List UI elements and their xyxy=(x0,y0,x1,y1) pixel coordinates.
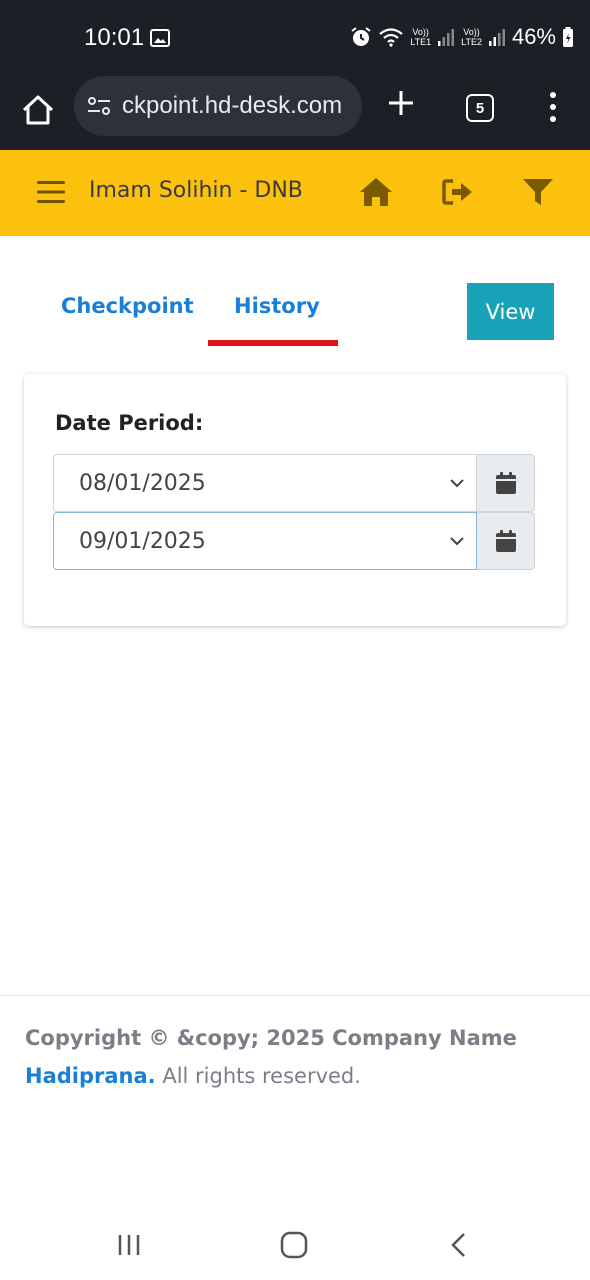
home-button[interactable] xyxy=(356,172,396,212)
sim2-label: Vo)) LTE2 xyxy=(461,27,482,47)
start-date-select[interactable]: 08/01/2025 xyxy=(53,454,477,512)
image-icon xyxy=(150,29,170,47)
date-period-label: Date Period: xyxy=(55,411,204,435)
end-date-row: 09/01/2025 xyxy=(53,512,535,570)
battery-percent: 46% xyxy=(511,24,556,49)
user-title: Imam Solihin - DNB xyxy=(89,178,303,203)
footer-company-line: Hadiprana. All rights reserved. xyxy=(25,1064,361,1088)
new-tab-icon[interactable] xyxy=(386,88,416,118)
hamburger-menu-icon[interactable] xyxy=(36,178,66,206)
address-bar[interactable]: ckpoint.hd-desk.com xyxy=(74,76,362,136)
sign-out-icon xyxy=(442,179,472,205)
start-date-row: 08/01/2025 xyxy=(53,454,535,512)
rights-text: All rights reserved. xyxy=(162,1064,361,1088)
recent-apps-icon[interactable] xyxy=(112,1230,146,1260)
calendar-icon xyxy=(495,472,516,494)
app-header: Imam Solihin - DNB xyxy=(0,150,590,236)
end-date-select[interactable]: 09/01/2025 xyxy=(53,512,477,570)
end-date-calendar-button[interactable] xyxy=(477,512,535,570)
tab-history[interactable]: History xyxy=(234,294,320,318)
start-date-calendar-button[interactable] xyxy=(477,454,535,512)
active-tab-indicator xyxy=(208,340,338,346)
status-bar: 10:01 Vo)) LTE1 Vo)) LTE2 46% xyxy=(0,0,590,76)
logout-button[interactable] xyxy=(438,172,478,212)
filter-icon xyxy=(523,179,553,205)
footer-copyright: Copyright © &copy; 2025 Company Name xyxy=(25,1026,517,1050)
browser-toolbar: ckpoint.hd-desk.com 5 xyxy=(0,76,590,150)
system-navigation-bar xyxy=(0,1210,590,1280)
calendar-icon xyxy=(495,530,516,552)
start-date-value: 08/01/2025 xyxy=(79,470,206,496)
site-settings-icon[interactable] xyxy=(86,95,112,117)
tab-switcher-button[interactable]: 5 xyxy=(466,94,494,122)
home-nav-icon[interactable] xyxy=(277,1230,311,1260)
wifi-icon xyxy=(379,28,403,47)
signal-icon xyxy=(488,29,505,46)
view-button[interactable]: View xyxy=(467,283,554,340)
url-text: ckpoint.hd-desk.com xyxy=(122,92,343,119)
more-options-icon[interactable] xyxy=(542,90,564,124)
chevron-down-icon xyxy=(450,479,464,488)
filter-button[interactable] xyxy=(518,172,558,212)
signal-icon xyxy=(438,29,455,46)
tab-checkpoint[interactable]: Checkpoint xyxy=(61,294,194,318)
alarm-icon xyxy=(351,27,371,46)
status-icons: Vo)) LTE1 Vo)) LTE2 46% xyxy=(350,24,574,50)
back-icon[interactable] xyxy=(442,1230,476,1260)
end-date-value: 09/01/2025 xyxy=(79,528,206,554)
company-link[interactable]: Hadiprana. xyxy=(25,1064,156,1088)
home-icon[interactable] xyxy=(18,90,58,130)
chevron-down-icon xyxy=(450,537,464,546)
sim1-label: Vo)) LTE1 xyxy=(410,27,432,47)
date-period-card: Date Period: 08/01/2025 09/01/2025 xyxy=(24,374,566,626)
status-time: 10:01 xyxy=(84,24,145,51)
home-icon xyxy=(360,178,392,206)
footer-divider xyxy=(0,995,590,996)
battery-icon xyxy=(563,27,573,47)
